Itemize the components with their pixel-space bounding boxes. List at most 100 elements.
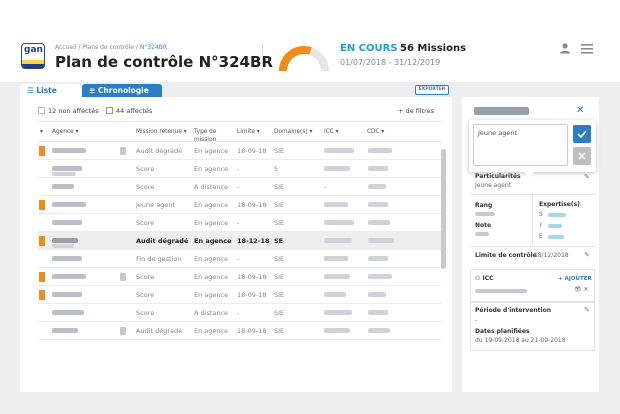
- status-label: EN COURS: [340, 43, 398, 54]
- type-cell: En agence: [194, 255, 229, 263]
- checkbox-icon[interactable]: [38, 106, 45, 114]
- limite-value: 18/12/2018: [534, 252, 569, 259]
- icc-cell: -: [324, 183, 327, 191]
- limite-cell: 18-09-18: [237, 291, 267, 299]
- agence-cell: [52, 292, 82, 297]
- particularites-label: Particularités: [475, 173, 521, 180]
- limite-cell: -: [237, 165, 240, 173]
- menu-icon[interactable]: [581, 44, 593, 54]
- edit-icon[interactable]: ✎: [584, 173, 590, 181]
- icc-cell: [324, 292, 346, 297]
- domaine-cell: SIE: [274, 219, 285, 227]
- type-cell: En agence: [194, 147, 229, 155]
- mission-cell: Fin de gestion: [136, 255, 182, 263]
- col-sort-icon[interactable]: ▾: [40, 128, 43, 136]
- domaine-cell: SIE: [274, 327, 285, 335]
- rang-label: Rang: [475, 202, 493, 209]
- col-limite[interactable]: Limite ▾: [237, 128, 260, 136]
- table-row[interactable]: Fin de gestion En agence - SIE: [38, 250, 442, 268]
- breadcrumb-home[interactable]: Accueil: [55, 44, 76, 51]
- filter-divider: [38, 121, 442, 122]
- dates-label: Dates planifiées: [475, 328, 530, 335]
- icc-cell: [324, 238, 352, 243]
- export-button[interactable]: EXPORTER: [415, 85, 449, 95]
- filter-non-affectes[interactable]: 12 non affectés: [38, 106, 99, 115]
- confirm-button[interactable]: [573, 125, 591, 143]
- table-row[interactable]: Score En agence - S: [38, 160, 442, 178]
- col-agence[interactable]: Agence ▾: [52, 128, 78, 136]
- more-filters-link[interactable]: + de filtres: [398, 107, 434, 115]
- table-row[interactable]: Score En agence 18-09-18 SIE: [38, 268, 442, 286]
- col-icc[interactable]: ICC ▾: [324, 128, 339, 136]
- tab-chronologie[interactable]: ≡ Chronologie: [82, 84, 162, 97]
- tab-liste[interactable]: ☰ Liste: [20, 84, 81, 97]
- breadcrumb-plans[interactable]: Plans de contrôle: [82, 44, 134, 51]
- note-label: Note: [475, 222, 492, 229]
- edit-popup: Jeune agent: [469, 120, 596, 172]
- table-row[interactable]: Score En agence - SIE: [38, 214, 442, 232]
- cdc-cell: [368, 256, 388, 261]
- edit-icon[interactable]: ✎: [584, 251, 590, 259]
- gan-logo: gan: [21, 43, 45, 69]
- assigned-indicator: [39, 236, 45, 246]
- type-cell: A distance: [194, 309, 229, 317]
- edit-icon[interactable]: ✎: [584, 306, 590, 314]
- check-icon: [577, 130, 587, 139]
- col-cdc[interactable]: CDC ▾: [367, 128, 384, 136]
- popup-arrow: [523, 171, 535, 177]
- cdc-cell: [368, 292, 386, 297]
- table-row[interactable]: Jeune agent En agence 18-09-18 SIE: [38, 196, 442, 214]
- col-mission[interactable]: Mission retenue ▾: [136, 128, 187, 136]
- agence-cell: [52, 256, 82, 261]
- domaine-cell: SIE: [274, 201, 285, 209]
- table-row[interactable]: Audit dégradé En agence 18-09-18 SIE: [38, 322, 442, 340]
- mission-cell: Score: [136, 291, 155, 299]
- limite-cell: 18-09-18: [237, 147, 267, 155]
- table-row[interactable]: Audit dégradé En agence 18-12-18 SE: [38, 232, 442, 250]
- domaine-cell: SIE: [274, 255, 285, 263]
- domaine-cell: SIE: [274, 147, 285, 155]
- logo-text: gan: [24, 45, 43, 55]
- col-domaine[interactable]: Domaine(s) ▾: [274, 128, 312, 136]
- limite-label: Limite de contrôle: [475, 252, 537, 259]
- cancel-button[interactable]: [573, 147, 591, 165]
- domaine-cell: SIE: [274, 183, 285, 191]
- eye-icon[interactable]: 👁 ✕: [574, 286, 589, 293]
- type-cell: En agence: [194, 219, 229, 227]
- user-icon[interactable]: [559, 42, 571, 54]
- cdc-cell: [368, 148, 392, 153]
- type-cell: En agence: [194, 273, 229, 281]
- table-row[interactable]: Score A distance - SIE -: [38, 178, 442, 196]
- limite-cell: 18-09-18: [237, 201, 267, 209]
- assigned-indicator: [39, 146, 45, 156]
- particularite-input[interactable]: Jeune agent: [473, 124, 568, 166]
- assigned-indicator: [39, 200, 45, 210]
- page-title: Plan de contrôle N°324BR: [55, 53, 273, 71]
- table-scrollbar[interactable]: [441, 149, 446, 269]
- missions-count: 56 Missions: [400, 43, 467, 54]
- limite-cell: -: [237, 183, 240, 191]
- icc-label: ⚇ ICC: [475, 275, 494, 282]
- progress-gauge: [279, 45, 329, 71]
- mission-cell: Score: [136, 219, 155, 227]
- add-icc-link[interactable]: + AJOUTER: [558, 276, 592, 282]
- note-icon[interactable]: [120, 147, 126, 155]
- limite-cell: 18-12-18: [237, 237, 270, 245]
- close-icon[interactable]: ✕: [576, 105, 584, 116]
- agence-cell: [52, 148, 86, 153]
- table-row[interactable]: Score A distance - SIE: [38, 304, 442, 322]
- table-row[interactable]: Audit dégradé En agence 18-09-18 SIE: [38, 142, 442, 160]
- checkbox-icon[interactable]: [106, 106, 113, 114]
- periode-value: -: [475, 317, 478, 324]
- note-icon[interactable]: [120, 327, 126, 335]
- agence-cell: [52, 184, 74, 189]
- filter-affectes[interactable]: 44 affectés: [106, 106, 152, 115]
- mission-cell: Audit dégradé: [136, 327, 183, 335]
- particularites-value: Jeune agent: [475, 182, 511, 189]
- table-row[interactable]: Score En agence 18-09-18 SIE: [38, 286, 442, 304]
- type-cell: En agence: [194, 237, 232, 245]
- note-icon[interactable]: [120, 273, 126, 281]
- cdc-cell: [368, 202, 388, 207]
- assigned-indicator: [39, 290, 45, 300]
- expertise-label: Expertise(s): [539, 201, 580, 208]
